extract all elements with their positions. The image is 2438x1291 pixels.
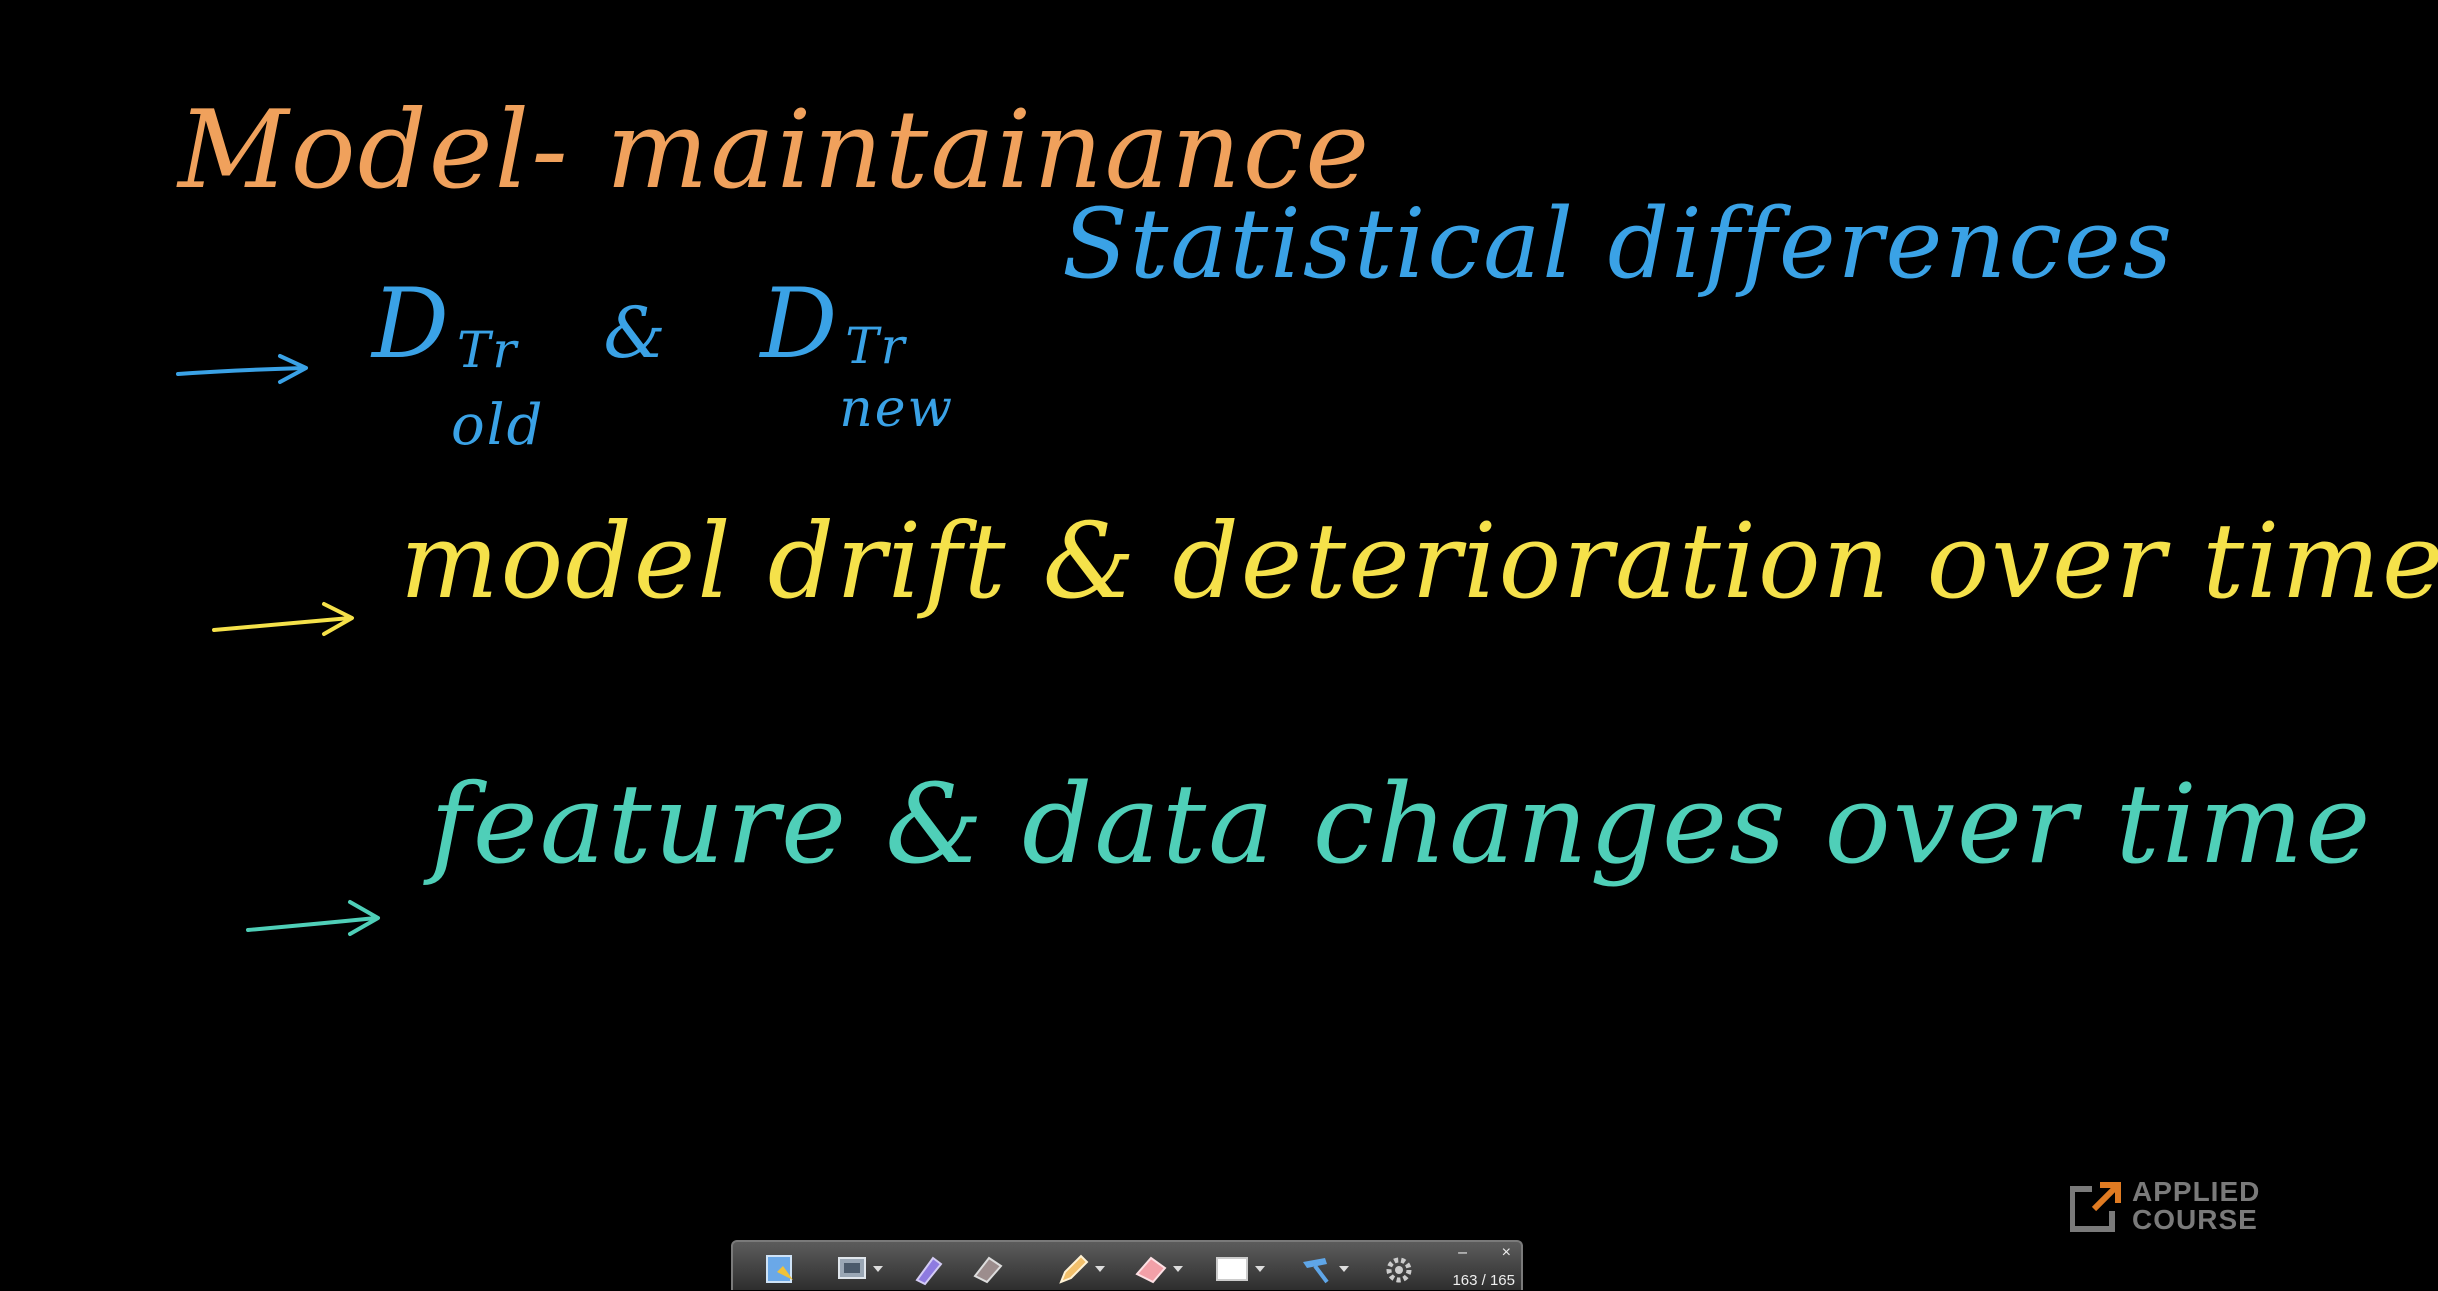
- statistical-differences: Statistical differences: [1062, 188, 2175, 300]
- tools-icon[interactable]: [1299, 1252, 1335, 1286]
- shape-eraser-icon[interactable]: [1133, 1252, 1169, 1286]
- minimize-button[interactable]: –: [1458, 1244, 1467, 1262]
- whiteboard-icon[interactable]: [1215, 1252, 1251, 1286]
- arrow-icon: [212, 600, 362, 644]
- chevron-down-icon[interactable]: [1173, 1266, 1183, 1272]
- logo-text-line2: COURSE: [2132, 1204, 2258, 1235]
- logo-mark-icon: [2069, 1179, 2124, 1233]
- settings-icon[interactable]: [1381, 1252, 1417, 1286]
- applied-course-logo: APPLIED COURSE: [2069, 1174, 2270, 1238]
- model-drift-line: model drift & deterioration over time: [400, 500, 2438, 622]
- arrow-icon: [246, 896, 386, 940]
- logo-text-line1: APPLIED: [2132, 1176, 2261, 1207]
- feature-data-changes-line: feature & data changes over time: [430, 760, 2373, 888]
- d-new-sub: new: [839, 379, 955, 439]
- annotation-toolbar: – × 163 / 165: [731, 1240, 1523, 1290]
- dataset-comparison: D Tr old & D Tr new: [372, 268, 952, 458]
- arrow-icon: [176, 350, 316, 390]
- page-counter: 163 / 165: [1452, 1272, 1515, 1289]
- eraser-icon[interactable]: [969, 1252, 1005, 1286]
- d-old-sup: Tr: [456, 321, 519, 379]
- d-old-sub: old: [450, 393, 545, 458]
- chevron-down-icon[interactable]: [873, 1266, 883, 1272]
- d-new-sup: Tr: [845, 317, 907, 375]
- ampersand: &: [603, 292, 668, 374]
- whiteboard-canvas: Model- maintainance D Tr old & D Tr new Stat…: [0, 0, 2438, 1290]
- close-button[interactable]: ×: [1502, 1244, 1511, 1262]
- chevron-down-icon[interactable]: [1095, 1266, 1105, 1272]
- d-new-base: D: [760, 268, 840, 380]
- chevron-down-icon[interactable]: [1255, 1266, 1265, 1272]
- pen-icon[interactable]: [1055, 1252, 1091, 1286]
- bookmark-icon[interactable]: [763, 1252, 799, 1286]
- highlighter-icon[interactable]: [909, 1252, 945, 1286]
- d-old-base: D: [372, 268, 451, 380]
- screen-capture-icon[interactable]: [835, 1252, 871, 1286]
- chevron-down-icon[interactable]: [1339, 1266, 1349, 1272]
